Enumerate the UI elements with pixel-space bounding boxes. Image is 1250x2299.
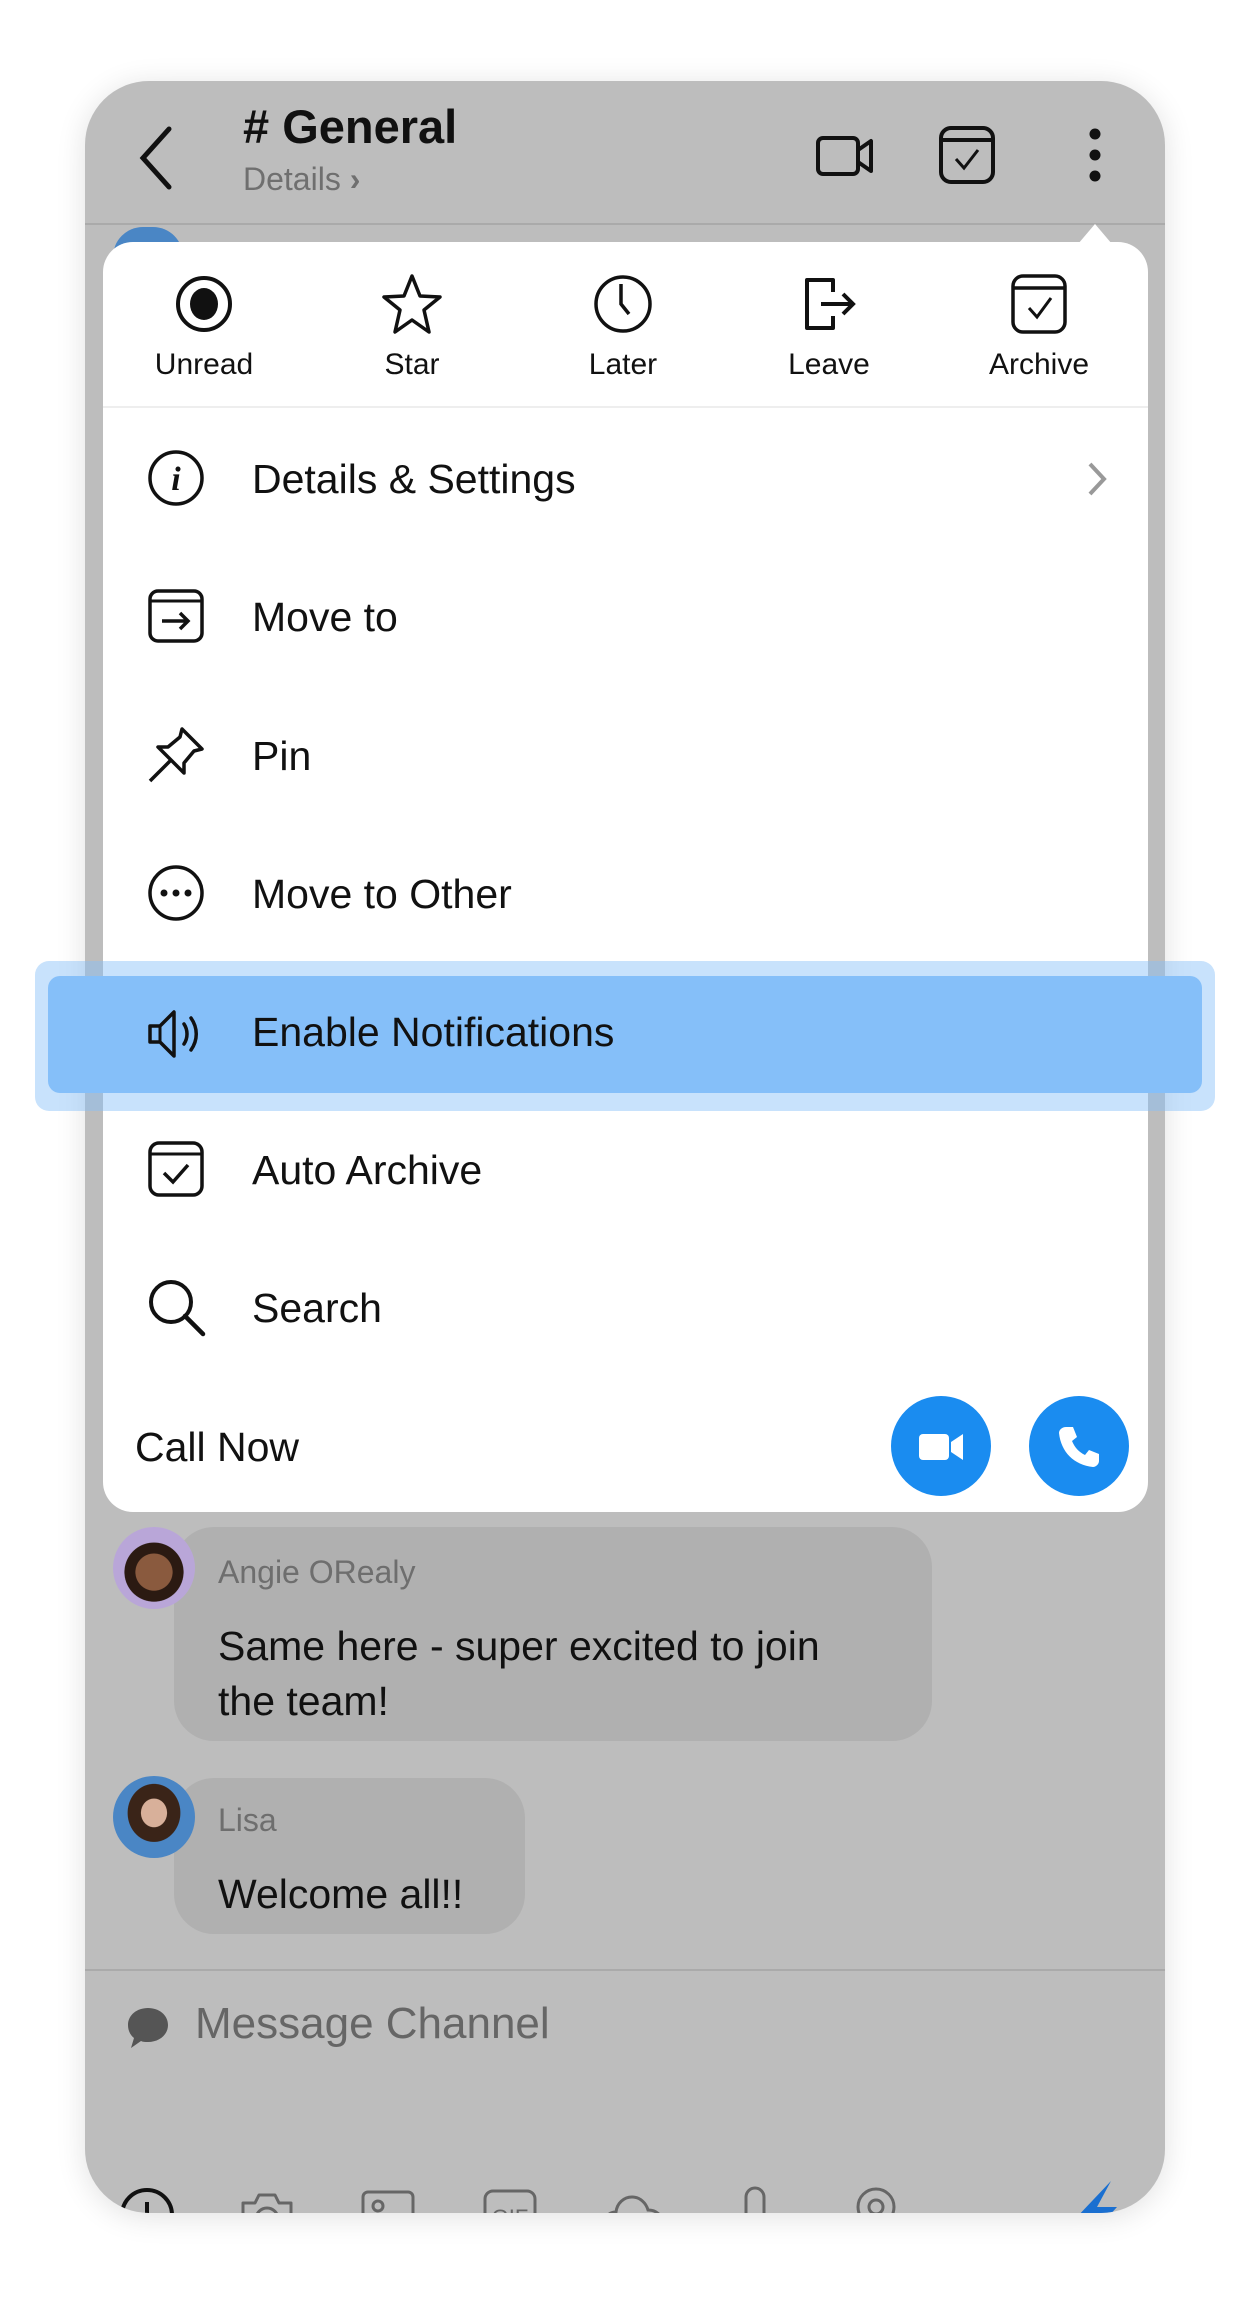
move-to-icon xyxy=(148,589,204,643)
menu-item-pin[interactable]: Pin xyxy=(103,695,1148,815)
message-input[interactable]: Message Channel xyxy=(195,1999,550,2049)
menu-item-move-to-other[interactable]: Move to Other xyxy=(103,833,1148,953)
more-vertical-icon[interactable] xyxy=(1083,127,1107,183)
quick-action-leave[interactable]: Leave xyxy=(749,272,909,382)
quick-action-later[interactable]: Later xyxy=(543,272,703,382)
message-text: Same here - super excited to join the tea… xyxy=(218,1623,820,1724)
video-call-button[interactable] xyxy=(891,1396,991,1496)
chat-bubble-icon xyxy=(125,2005,171,2051)
image-icon[interactable] xyxy=(358,2185,418,2213)
clock-icon xyxy=(594,275,652,333)
menu-caret xyxy=(1078,224,1112,244)
menu-item-search[interactable]: Search xyxy=(103,1247,1148,1367)
menu-item-details-settings[interactable]: i Details & Settings xyxy=(103,418,1148,538)
archive-check-icon xyxy=(148,1141,204,1197)
camera-icon[interactable] xyxy=(237,2185,297,2213)
quick-actions-divider xyxy=(103,406,1148,408)
menu-item-auto-archive[interactable]: Auto Archive xyxy=(103,1109,1148,1229)
channel-title: # General xyxy=(243,100,458,153)
gif-icon[interactable]: GIF xyxy=(480,2185,540,2213)
message-author: Lisa xyxy=(218,1802,277,1838)
lightning-icon[interactable] xyxy=(1065,2181,1125,2213)
video-camera-icon[interactable] xyxy=(815,133,875,179)
composer-divider xyxy=(85,1969,1165,1971)
phone-icon xyxy=(1059,1427,1099,1467)
archive-icon xyxy=(1011,274,1067,334)
location-icon[interactable] xyxy=(846,2185,906,2213)
details-link[interactable]: Details › xyxy=(243,161,360,198)
quick-action-archive[interactable]: Archive xyxy=(959,272,1119,382)
archive-check-icon[interactable] xyxy=(938,125,996,185)
voice-call-button[interactable] xyxy=(1029,1396,1129,1496)
svg-text:i: i xyxy=(171,461,181,498)
video-camera-icon xyxy=(919,1434,963,1460)
quick-action-unread[interactable]: Unread xyxy=(124,272,284,382)
svg-text:GIF: GIF xyxy=(492,2205,529,2213)
more-circle-icon xyxy=(148,865,204,921)
eye-icon xyxy=(176,276,232,332)
pin-icon xyxy=(148,727,204,783)
star-icon xyxy=(382,274,442,334)
menu-item-enable-notifications[interactable]: Enable Notifications xyxy=(48,976,1202,1093)
info-icon: i xyxy=(148,450,204,506)
speaker-icon xyxy=(148,1010,198,1058)
search-icon xyxy=(149,1280,206,1337)
back-chevron-icon[interactable] xyxy=(137,125,177,191)
chevron-right-icon: › xyxy=(349,161,361,197)
channel-menu: Unread Star Later Leave Archive i Detail… xyxy=(103,242,1148,1512)
quick-action-star[interactable]: Star xyxy=(332,272,492,382)
call-now-row: Call Now xyxy=(103,1386,1148,1506)
plus-icon[interactable] xyxy=(117,2185,177,2213)
microphone-icon[interactable] xyxy=(725,2185,785,2213)
leave-icon xyxy=(805,278,856,330)
cloud-icon[interactable] xyxy=(602,2185,662,2213)
chevron-right-icon xyxy=(1088,462,1107,496)
message-author: Angie ORealy xyxy=(218,1554,416,1590)
avatar-lisa xyxy=(113,1776,195,1858)
menu-item-move-to[interactable]: Move to xyxy=(103,556,1148,676)
message-text: Welcome all!! xyxy=(218,1871,464,1917)
avatar-angie xyxy=(113,1527,195,1609)
header-divider xyxy=(85,223,1165,225)
